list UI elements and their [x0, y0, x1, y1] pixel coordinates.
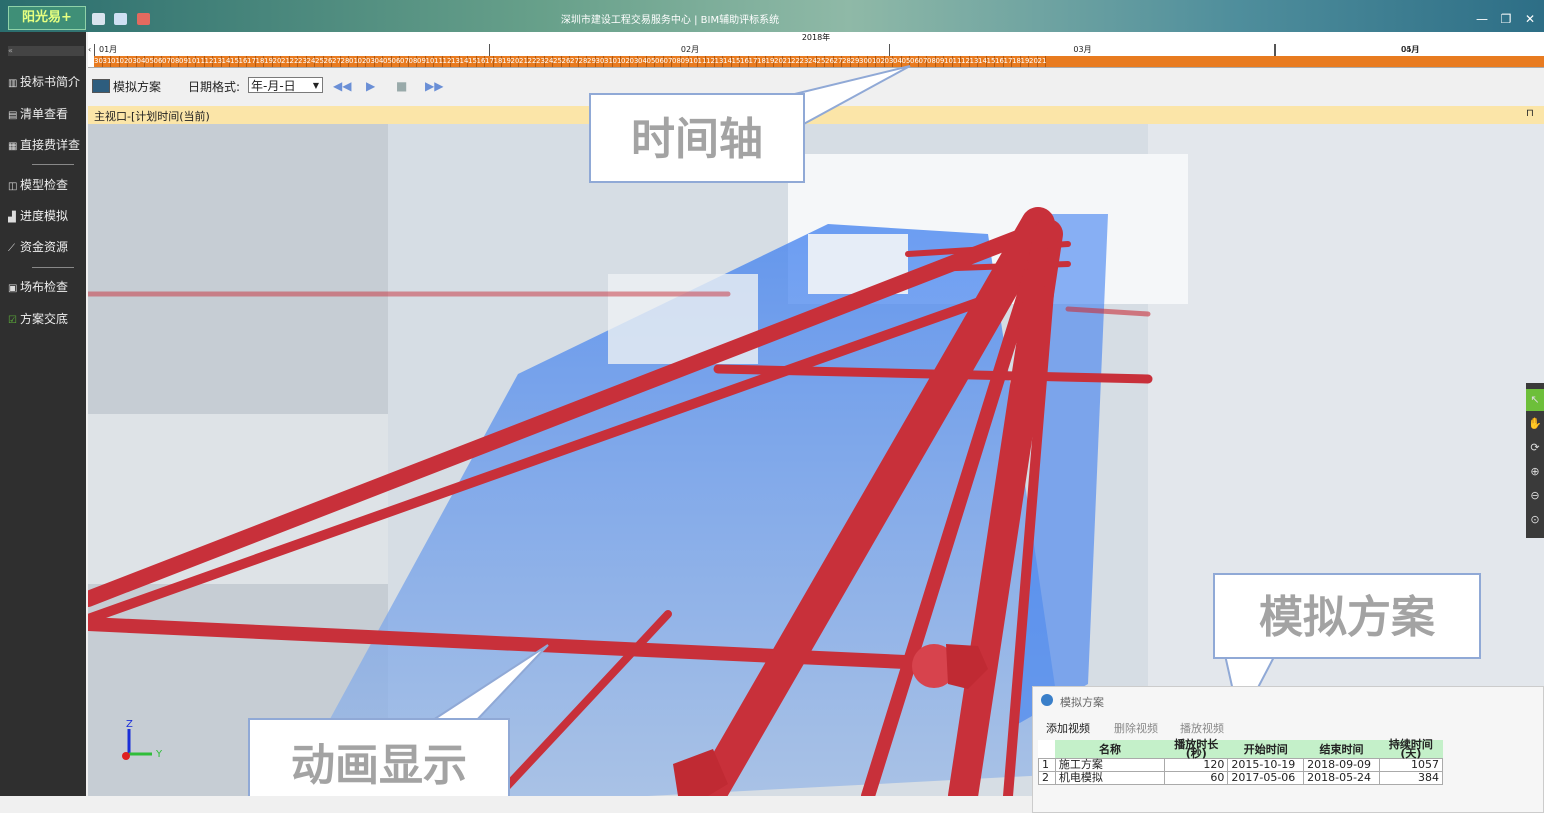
table-row[interactable]: 1 施工方案 120 2015-10-19 2018-09-09 1057: [1038, 758, 1444, 772]
status-bar: [0, 796, 1032, 813]
row-days: 1057: [1378, 758, 1444, 772]
table-row[interactable]: 2 机电模拟 60 2017-05-06 2018-05-24 384: [1038, 771, 1444, 785]
table-header: 结束时间: [1303, 740, 1380, 759]
table-header: 名称: [1055, 740, 1165, 759]
callout-timeline: 时间轴: [589, 93, 805, 183]
row-duration[interactable]: 60: [1164, 771, 1229, 785]
globe-icon: [1041, 694, 1053, 706]
row-start[interactable]: 2017-05-06: [1227, 771, 1305, 785]
play-video-button[interactable]: 播放视频: [1180, 720, 1224, 736]
row-index: 1: [1038, 758, 1056, 772]
delete-video-button[interactable]: 删除视频: [1114, 720, 1158, 736]
row-duration[interactable]: 120: [1164, 758, 1229, 772]
row-end[interactable]: 2018-05-24: [1303, 771, 1380, 785]
row-name[interactable]: 机电模拟: [1054, 771, 1166, 785]
simulation-panel-title: 模拟方案: [1060, 696, 1104, 709]
simulation-table: 名称 播放时长(秒) 开始时间 结束时间 持续时间(天) 1 施工方案 120 …: [1038, 739, 1444, 785]
table-header-index: [1038, 740, 1056, 759]
row-index: 2: [1038, 771, 1056, 785]
table-header-row: 名称 播放时长(秒) 开始时间 结束时间 持续时间(天): [1038, 739, 1443, 759]
row-name[interactable]: 施工方案: [1054, 758, 1166, 772]
callout-simulation: 模拟方案: [1213, 573, 1481, 659]
table-header: 播放时长(秒): [1164, 739, 1228, 759]
row-end[interactable]: 2018-09-09: [1303, 758, 1380, 772]
add-video-button[interactable]: 添加视频: [1046, 720, 1090, 736]
row-days: 384: [1378, 771, 1444, 785]
table-header: 持续时间(天): [1379, 739, 1443, 759]
table-header: 开始时间: [1227, 740, 1304, 759]
row-start[interactable]: 2015-10-19: [1227, 758, 1305, 772]
